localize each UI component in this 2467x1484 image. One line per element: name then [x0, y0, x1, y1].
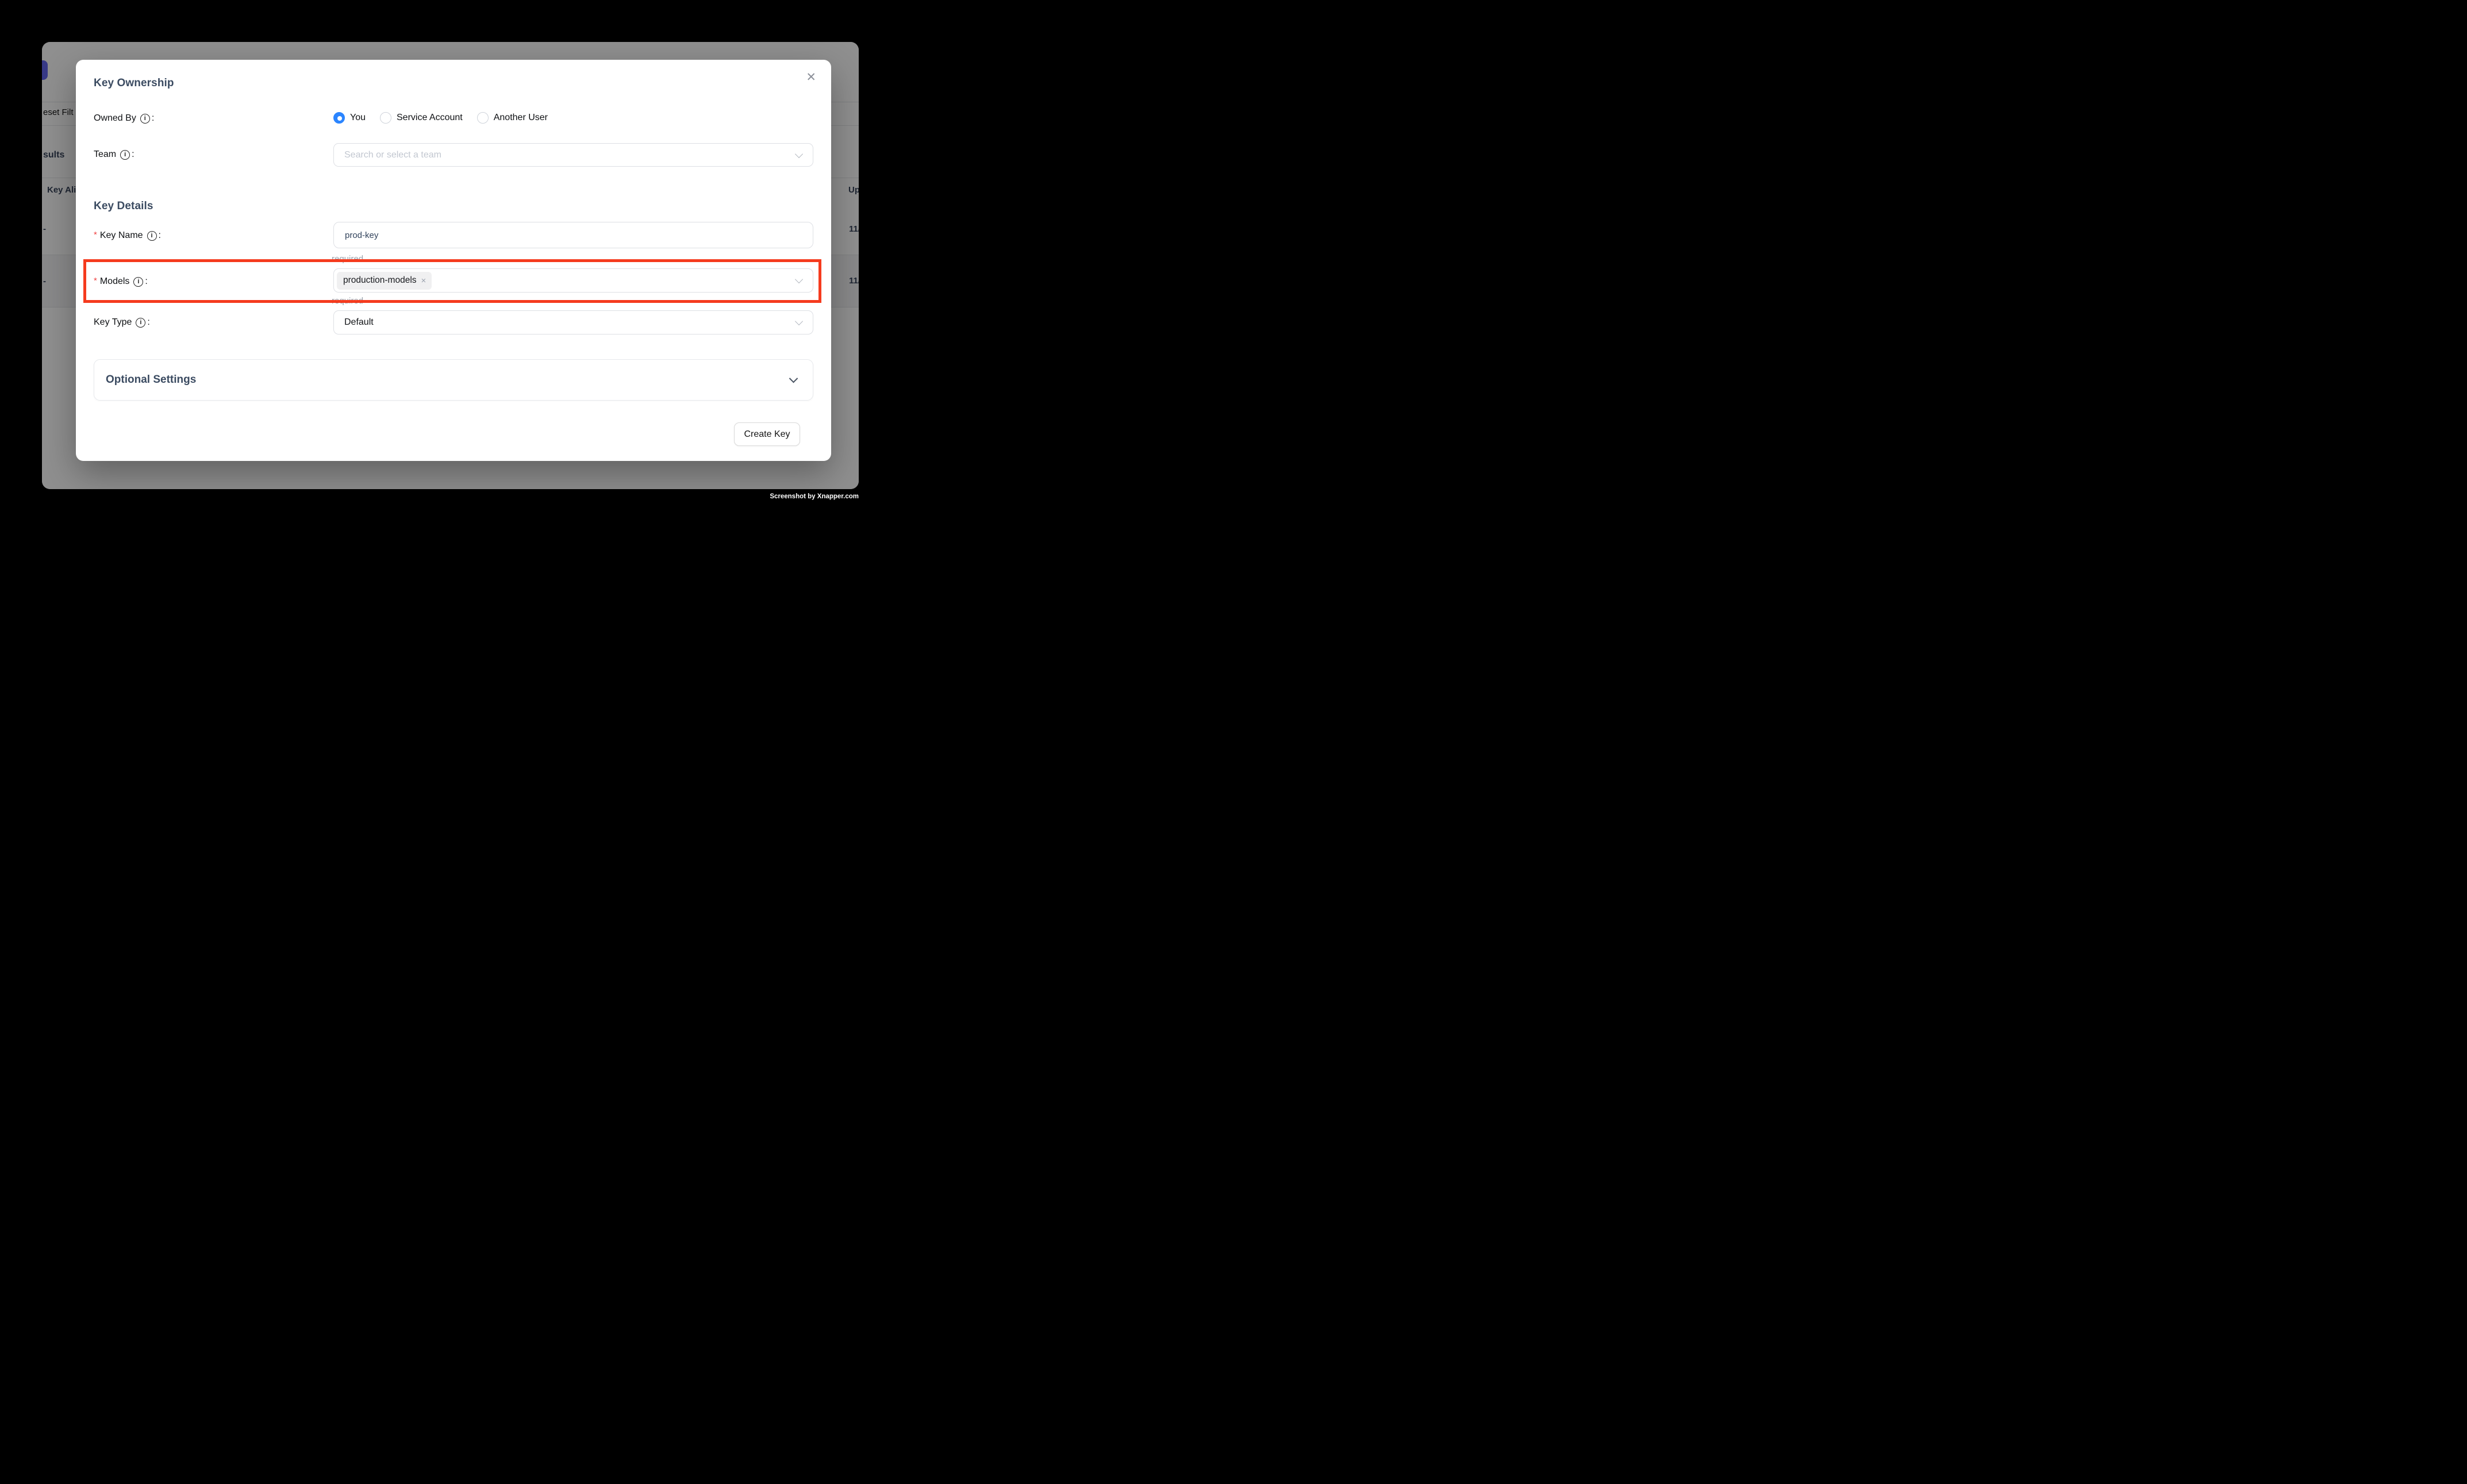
- owned-by-radio-group: You Service Account Another User: [333, 112, 548, 124]
- info-icon[interactable]: i: [120, 150, 130, 160]
- chevron-down-icon: [789, 374, 798, 383]
- chevron-down-icon: [795, 317, 803, 325]
- optional-settings-heading: Optional Settings: [106, 374, 196, 386]
- key-name-value: prod-key: [345, 230, 378, 240]
- radio-unselected-icon[interactable]: [380, 112, 391, 124]
- team-label: Team i :: [94, 149, 135, 160]
- info-icon[interactable]: i: [140, 114, 150, 124]
- create-key-button[interactable]: Create Key: [734, 422, 800, 446]
- required-asterisk: *: [94, 276, 97, 286]
- chevron-down-icon: [795, 275, 803, 283]
- team-select-placeholder: Search or select a team: [344, 150, 441, 160]
- key-name-validation-text: required: [332, 254, 363, 264]
- team-select[interactable]: Search or select a team: [333, 143, 813, 167]
- remove-tag-icon[interactable]: ×: [421, 276, 426, 286]
- screenshot-canvas: eset Filt sults Key Alia Up - 11/ - 11/ …: [0, 0, 901, 542]
- selected-model-tag: production-models ×: [337, 272, 432, 290]
- owned-by-label: Owned By i :: [94, 113, 154, 124]
- key-type-select[interactable]: Default: [333, 310, 813, 335]
- key-name-input[interactable]: prod-key: [333, 222, 813, 248]
- models-label: * Models i :: [94, 276, 148, 287]
- info-icon[interactable]: i: [133, 277, 143, 287]
- key-type-label: Key Type i :: [94, 317, 150, 328]
- radio-unselected-icon[interactable]: [477, 112, 489, 124]
- watermark-text: Screenshot by Xnapper.com: [770, 493, 859, 500]
- radio-option-you[interactable]: You: [333, 112, 366, 124]
- models-select[interactable]: production-models ×: [333, 268, 813, 293]
- key-type-value: Default: [344, 317, 374, 328]
- chevron-down-icon: [795, 149, 803, 157]
- radio-selected-icon[interactable]: [333, 112, 345, 124]
- info-icon[interactable]: i: [136, 318, 145, 328]
- section-heading-key-ownership: Key Ownership: [94, 77, 174, 90]
- required-asterisk: *: [94, 230, 97, 240]
- info-icon[interactable]: i: [147, 231, 157, 241]
- models-validation-text: required: [332, 296, 363, 306]
- optional-settings-accordion[interactable]: Optional Settings: [94, 359, 813, 401]
- close-icon[interactable]: ✕: [806, 71, 816, 83]
- radio-option-another-user[interactable]: Another User: [477, 112, 548, 124]
- section-heading-key-details: Key Details: [94, 200, 153, 213]
- radio-option-service-account[interactable]: Service Account: [380, 112, 463, 124]
- key-name-label: * Key Name i :: [94, 230, 161, 241]
- create-key-modal: ✕ Key Ownership Owned By i : You Service…: [76, 60, 831, 461]
